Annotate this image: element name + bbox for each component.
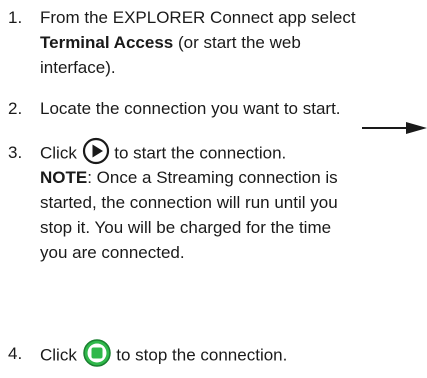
step-number: 4. — [8, 344, 23, 363]
note-line-2: started, the connection will run until y… — [40, 193, 338, 212]
note-line-1: NOTE: Once a Streaming connection is — [40, 165, 425, 190]
note-text-1: : Once a Streaming connection is — [87, 168, 338, 187]
note-line-4: you are connected. — [40, 243, 185, 262]
stop-connection-text: to stop the connection. — [111, 345, 288, 365]
step-number: 3. — [8, 143, 23, 162]
step-1-line-3: interface). — [40, 58, 116, 77]
note-line-3: stop it. You will be charged for the tim… — [40, 218, 332, 237]
step-text: Click to start the connection. NOTE: Onc… — [40, 137, 425, 265]
terminal-access-label: Terminal Access — [40, 33, 174, 52]
step-number: 2. — [8, 99, 23, 118]
play-icon — [82, 137, 109, 165]
step-text: Locate the connection you want to start. — [40, 96, 425, 121]
step-1-line-2-suffix: (or start the web — [173, 33, 301, 52]
start-connection-text: to start the connection. — [109, 143, 287, 163]
step-number: 1. — [8, 8, 23, 27]
click-label: Click — [40, 345, 82, 365]
click-label: Click — [40, 143, 82, 163]
step-text: Click to stop the connection. — [40, 339, 425, 367]
step-2-line-1: Locate the connection you want to start. — [40, 99, 341, 118]
step-4-line-1: Click to stop the connection. — [40, 339, 425, 367]
step-1-line-1: From the EXPLORER Connect app select — [40, 8, 356, 27]
arrow-right-icon — [362, 122, 427, 134]
note-label: NOTE — [40, 168, 88, 187]
step-3-line-1: Click to start the connection. — [40, 137, 425, 165]
step-text: From the EXPLORER Connect app select Ter… — [40, 5, 425, 80]
step-1-line-2: Terminal Access (or start the web — [40, 30, 425, 55]
stop-icon — [82, 339, 111, 367]
